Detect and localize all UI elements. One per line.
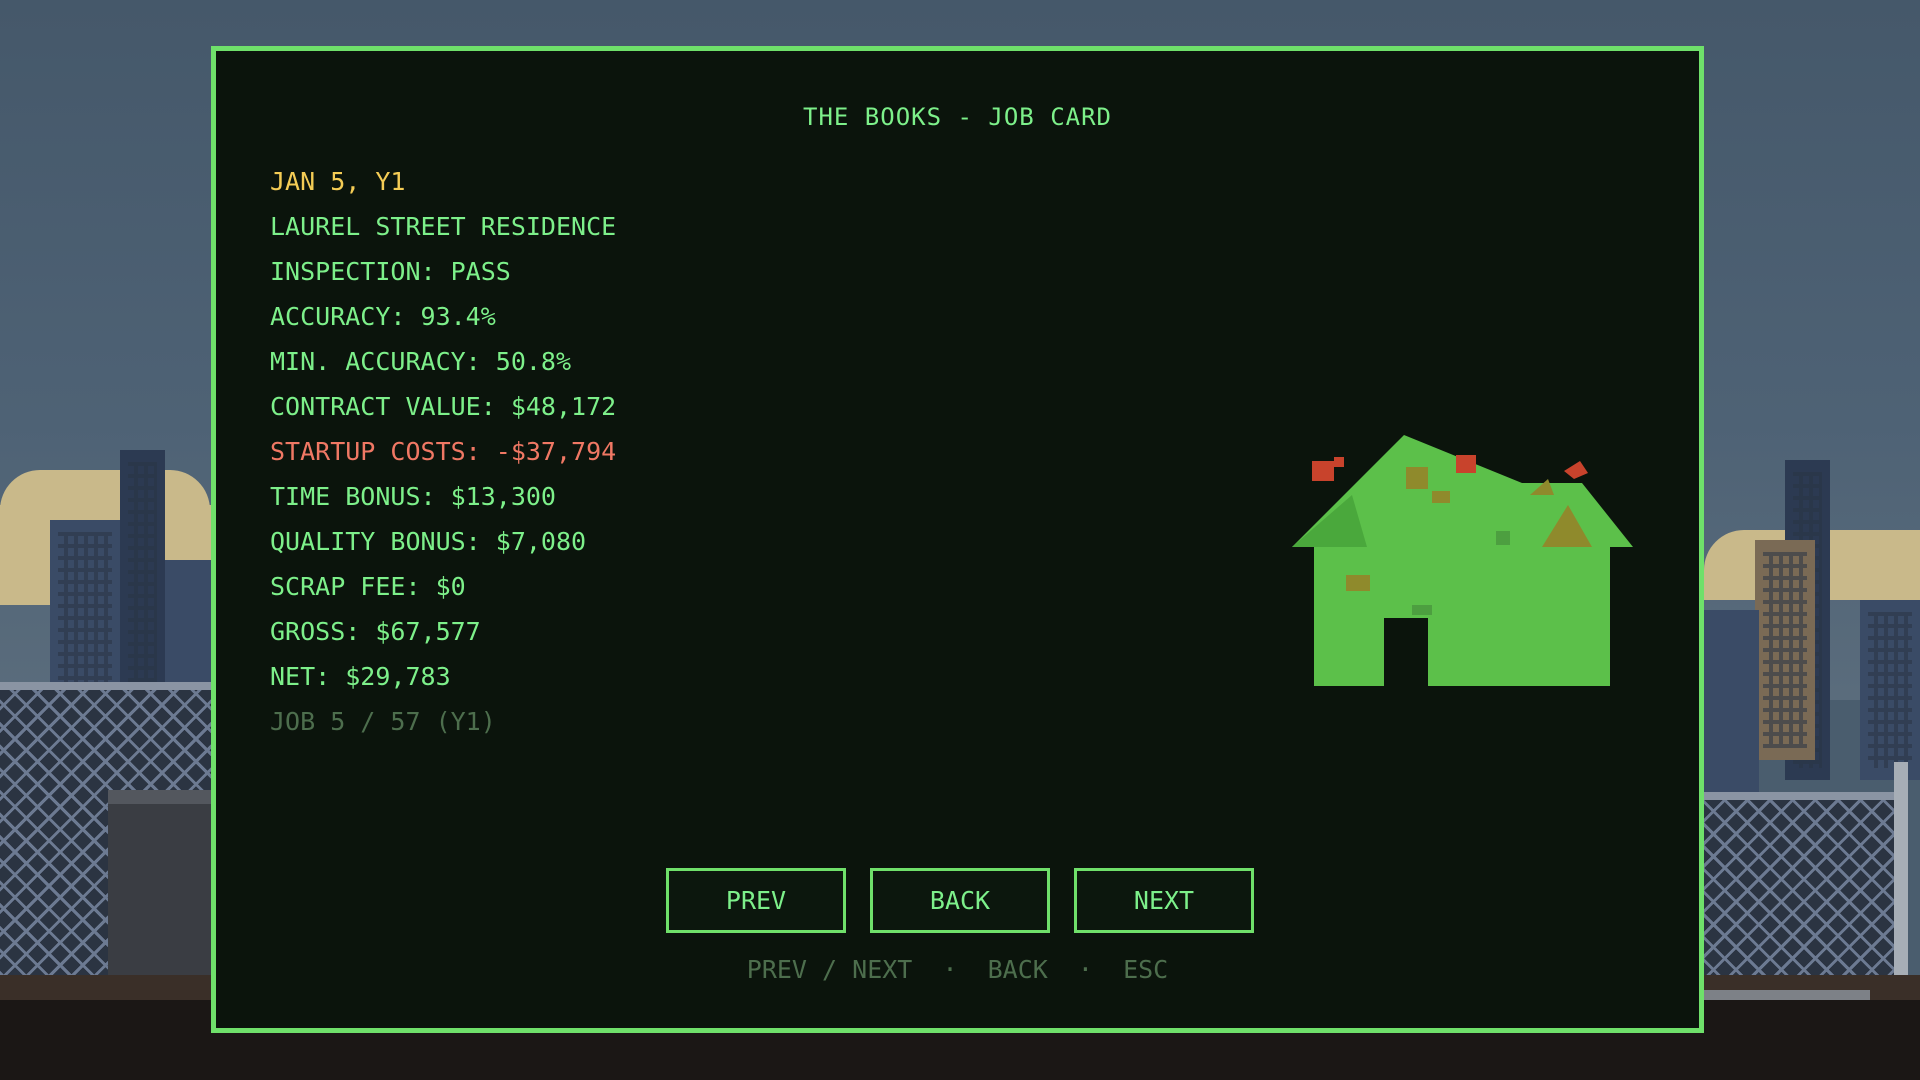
house-icon: [1292, 435, 1633, 686]
net-value: NET: $29,783: [270, 662, 451, 691]
prev-button[interactable]: PREV: [666, 868, 846, 933]
time-bonus: TIME BONUS: $13,300: [270, 482, 556, 511]
contract-value: CONTRACT VALUE: $48,172: [270, 392, 617, 421]
building: [120, 450, 165, 700]
job-stats-list: JAN 5, Y1 LAUREL STREET RESIDENCE INSPEC…: [270, 159, 616, 744]
fence-rail: [1704, 792, 1904, 800]
job-position: JOB 5 / 57 (Y1): [270, 707, 496, 736]
scrap-fee: SCRAP FEE: $0: [270, 572, 466, 601]
job-name: LAUREL STREET RESIDENCE: [270, 212, 617, 241]
controls-hint: PREV / NEXT · BACK · ESC: [746, 955, 1169, 984]
job-card-panel: THE BOOKS - JOB CARD JAN 5, Y1 LAUREL ST…: [211, 46, 1704, 1033]
inspection-result: INSPECTION: PASS: [270, 257, 511, 286]
building: [1755, 540, 1815, 760]
quality-bonus: QUALITY BONUS: $7,080: [270, 527, 587, 556]
min-accuracy-value: MIN. ACCURACY: 50.8%: [270, 347, 572, 376]
job-date: JAN 5, Y1: [270, 167, 406, 196]
building: [1860, 600, 1920, 780]
chain-link-fence: [1704, 800, 1904, 985]
next-button[interactable]: NEXT: [1074, 868, 1254, 933]
building: [1704, 610, 1759, 810]
back-button[interactable]: BACK: [870, 868, 1050, 933]
panel-title: THE BOOKS - JOB CARD: [803, 103, 1112, 131]
fence-post: [1894, 762, 1908, 994]
startup-costs: STARTUP COSTS: -$37,794: [270, 437, 617, 466]
gross-value: GROSS: $67,577: [270, 617, 481, 646]
fence-rail: [0, 682, 211, 690]
accuracy-value: ACCURACY: 93.4%: [270, 302, 496, 331]
